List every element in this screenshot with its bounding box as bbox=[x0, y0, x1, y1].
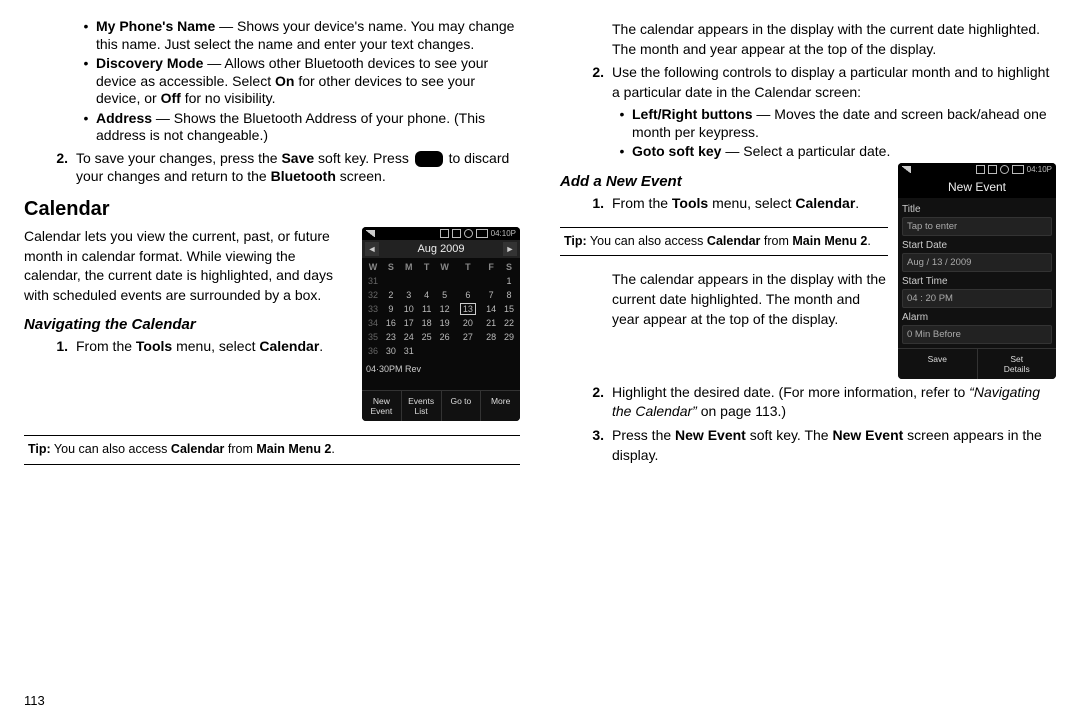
nav-step-2: 2. Use the following controls to display… bbox=[584, 63, 1056, 102]
add-step-3: 3. Press the New Event soft key. The New… bbox=[584, 426, 1056, 465]
heading-calendar: Calendar bbox=[24, 198, 520, 221]
bullet-label: My Phone's Name bbox=[96, 18, 215, 34]
calendar-grid[interactable]: WSMTWTFS31132234567833910111213141534161… bbox=[362, 258, 520, 360]
softkey[interactable]: Save bbox=[898, 349, 977, 379]
softkey-bar: SaveSetDetails bbox=[898, 348, 1056, 379]
cal-appears-para: The calendar appears in the display with… bbox=[612, 20, 1056, 59]
field-label: Start Date bbox=[902, 240, 1052, 251]
bullet-goto: • Goto soft key — Select a particular da… bbox=[618, 143, 1056, 161]
bullet-dot-icon: • bbox=[618, 143, 626, 161]
bullet-text: Discovery Mode — Allows other Bluetooth … bbox=[96, 55, 520, 108]
step-number: 2. bbox=[584, 383, 604, 422]
bullet-dot-icon: • bbox=[618, 106, 626, 141]
add-step-2: 2. Highlight the desired date. (For more… bbox=[584, 383, 1056, 422]
manual-page: • My Phone's Name — Shows your device's … bbox=[0, 0, 1080, 720]
nav-step-1: 1. From the Tools menu, select Calendar. bbox=[48, 337, 352, 356]
phone-calendar-screenshot: 04:10P ◄ Aug 2009 ► WSMTWTFS311322345678… bbox=[362, 227, 520, 421]
clock-icon bbox=[464, 229, 473, 238]
step-number: 2. bbox=[48, 149, 68, 187]
bullet-left-right: • Left/Right buttons — Moves the date an… bbox=[618, 106, 1056, 141]
step-body: Highlight the desired date. (For more in… bbox=[612, 383, 1056, 422]
phone-statusbar: 04:10P bbox=[898, 163, 1056, 176]
screen-title: New Event bbox=[948, 180, 1006, 194]
step-number: 3. bbox=[584, 426, 604, 465]
bullet-dot-icon: • bbox=[82, 55, 90, 108]
softkey[interactable]: EventsList bbox=[401, 391, 441, 421]
softkey[interactable]: More bbox=[480, 391, 520, 421]
signal-icon bbox=[366, 230, 375, 237]
softkey-bar: NewEventEventsListGo toMore bbox=[362, 390, 520, 421]
add-event-text: Add a New Event 1. From the Tools menu, … bbox=[560, 163, 888, 329]
step-body: Press the New Event soft key. The New Ev… bbox=[612, 426, 1056, 465]
tip-box: Tip: You can also access Calendar from M… bbox=[560, 227, 888, 257]
step-body: Use the following controls to display a … bbox=[612, 63, 1056, 102]
bullet-dot-icon: • bbox=[82, 110, 90, 145]
field-value[interactable]: 0 Min Before bbox=[902, 325, 1052, 344]
status-icon bbox=[988, 165, 997, 174]
step-body: From the Tools menu, select Calendar. bbox=[612, 194, 888, 213]
phone-new-event-screenshot: 04:10P New Event Title Tap to enter Start … bbox=[898, 163, 1056, 379]
field-value[interactable]: Aug / 13 / 2009 bbox=[902, 253, 1052, 272]
calendar-section: Calendar lets you view the current, past… bbox=[24, 227, 520, 421]
bullet-dot-icon: • bbox=[82, 18, 90, 53]
field-label: Alarm bbox=[902, 312, 1052, 323]
status-time: 04:10P bbox=[1027, 165, 1052, 174]
left-column: • My Phone's Name — Shows your device's … bbox=[24, 16, 520, 712]
calendar-text: Calendar lets you view the current, past… bbox=[24, 227, 352, 359]
event-preview: 04·30PM Rev bbox=[362, 360, 520, 390]
battery-icon bbox=[1012, 165, 1024, 174]
field-value[interactable]: 04 : 20 PM bbox=[902, 289, 1052, 308]
field-label: Start Time bbox=[902, 276, 1052, 287]
bullet-text: My Phone's Name — Shows your device's na… bbox=[96, 18, 520, 53]
step-body: From the Tools menu, select Calendar. bbox=[76, 337, 352, 356]
hardkey-icon bbox=[415, 151, 443, 167]
softkey[interactable]: Go to bbox=[441, 391, 481, 421]
bullet-text: Address — Shows the Bluetooth Address of… bbox=[96, 110, 520, 145]
bullet-discovery-mode: • Discovery Mode — Allows other Bluetoot… bbox=[82, 55, 520, 108]
page-number: 113 bbox=[24, 693, 45, 708]
signal-icon bbox=[902, 166, 911, 173]
step-number: 2. bbox=[584, 63, 604, 102]
phone-titlebar: ◄ Aug 2009 ► bbox=[362, 240, 520, 258]
status-time: 04:10P bbox=[491, 229, 516, 238]
status-icon bbox=[452, 229, 461, 238]
month-title: Aug 2009 bbox=[417, 243, 464, 255]
calendar-intro: Calendar lets you view the current, past… bbox=[24, 227, 352, 305]
field-value[interactable]: Tap to enter bbox=[902, 217, 1052, 236]
bullet-text: Goto soft key — Select a particular date… bbox=[632, 143, 890, 161]
phone-statusbar: 04:10P bbox=[362, 227, 520, 240]
step-body: To save your changes, press the Save sof… bbox=[76, 149, 520, 187]
add-para-2: The calendar appears in the display with… bbox=[612, 270, 888, 329]
add-step-1: 1. From the Tools menu, select Calendar. bbox=[584, 194, 888, 213]
add-event-section: Add a New Event 1. From the Tools menu, … bbox=[560, 163, 1056, 379]
new-event-form: Title Tap to enter Start Date Aug / 13 / 20… bbox=[898, 198, 1056, 348]
clock-icon bbox=[1000, 165, 1009, 174]
field-label: Title bbox=[902, 204, 1052, 215]
softkey[interactable]: SetDetails bbox=[977, 349, 1057, 379]
right-column: The calendar appears in the display with… bbox=[560, 16, 1056, 712]
softkey[interactable]: NewEvent bbox=[362, 391, 401, 421]
status-icon bbox=[440, 229, 449, 238]
bullet-address: • Address — Shows the Bluetooth Address … bbox=[82, 110, 520, 145]
step-number: 1. bbox=[48, 337, 68, 356]
bullet-text: Left/Right buttons — Moves the date and … bbox=[632, 106, 1056, 141]
phone-titlebar: New Event bbox=[898, 176, 1056, 198]
battery-icon bbox=[476, 229, 488, 238]
bullet-my-phones-name: • My Phone's Name — Shows your device's … bbox=[82, 18, 520, 53]
step-number: 1. bbox=[584, 194, 604, 213]
prev-month-icon[interactable]: ◄ bbox=[365, 242, 379, 256]
status-icon bbox=[976, 165, 985, 174]
bullet-label: Address bbox=[96, 110, 152, 126]
next-month-icon[interactable]: ► bbox=[503, 242, 517, 256]
tip-box: Tip: You can also access Calendar from M… bbox=[24, 435, 520, 465]
bullet-label: Discovery Mode bbox=[96, 55, 203, 71]
heading-add-new-event: Add a New Event bbox=[560, 173, 888, 190]
step-2-save: 2. To save your changes, press the Save … bbox=[48, 149, 520, 187]
heading-navigating-calendar: Navigating the Calendar bbox=[24, 316, 352, 333]
